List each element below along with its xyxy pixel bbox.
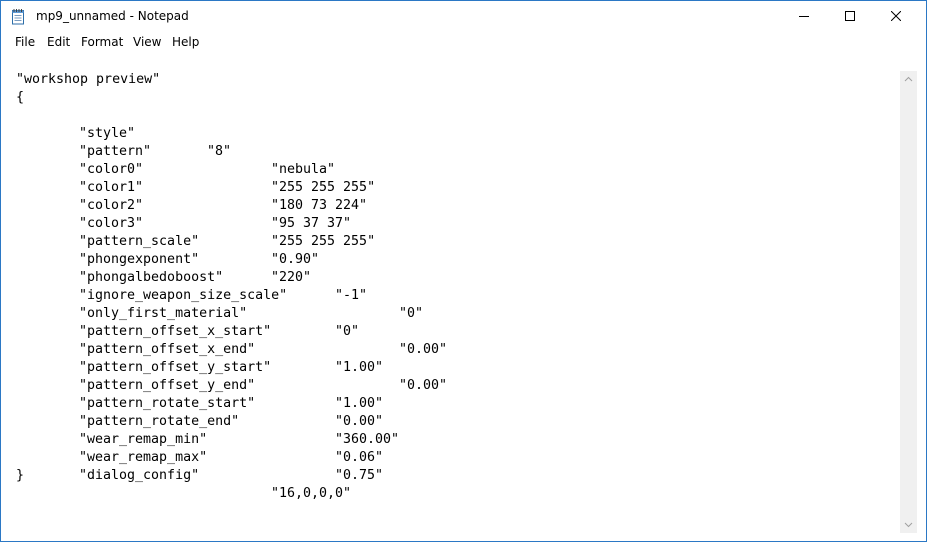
line-key: "color0" xyxy=(79,162,144,177)
line-value: "180 73 224" xyxy=(271,198,368,213)
line-value: "1.00" xyxy=(335,396,384,411)
text-line: "ignore_weapon_size_scale" "0" xyxy=(16,269,423,321)
maximize-button[interactable] xyxy=(827,1,873,32)
text-editor-area[interactable]: "workshop preview" { "style" "8" "patter… xyxy=(8,71,898,533)
text-line: "color0" "255 255 255" xyxy=(16,143,375,195)
line-key: "dialog_config" xyxy=(79,468,200,483)
menu-format[interactable]: Format xyxy=(81,32,123,52)
menu-edit[interactable]: Edit xyxy=(47,32,70,52)
line-value: "0.00" xyxy=(399,342,448,357)
line-value: "220" xyxy=(271,270,312,285)
scroll-down-button[interactable] xyxy=(900,516,917,533)
line-value: "0.00" xyxy=(335,414,384,429)
line-value: "nebula" xyxy=(271,162,336,177)
scroll-up-button[interactable] xyxy=(900,71,917,88)
line-value: "0.00" xyxy=(399,378,448,393)
text-line: "pattern_rotate_start" "0.00" xyxy=(16,377,383,429)
minimize-icon xyxy=(799,16,809,17)
line-key: "pattern_offset_y_start" xyxy=(79,360,272,375)
menu-file[interactable]: File xyxy=(15,32,35,52)
line-key: "color1" xyxy=(79,180,144,195)
line-key: "pattern" xyxy=(79,144,152,159)
text-line: "pattern_offset_y_start" "0.00" xyxy=(16,341,447,393)
line-value: "16,0,0,0" xyxy=(271,486,352,501)
line-key: "wear_remap_min" xyxy=(79,432,208,447)
line-key: "phongalbedoboost" xyxy=(79,270,224,285)
line-value: "0.06" xyxy=(335,450,384,465)
window-title: mp9_unnamed - Notepad xyxy=(36,9,189,23)
scroll-up-arrow-icon xyxy=(904,76,913,82)
line-key: "phongexponent" xyxy=(79,252,200,267)
line-value: "0" xyxy=(335,324,360,339)
line-value: "0.90" xyxy=(271,252,320,267)
menu-bar: File Edit Format View Help xyxy=(1,32,926,52)
line-key: "pattern_rotate_end" xyxy=(79,414,240,429)
vertical-scrollbar[interactable] xyxy=(900,71,917,533)
text-line: "color1" "180 73 224" xyxy=(16,161,367,213)
line-key: "color2" xyxy=(79,198,144,213)
text-line-header: "workshop preview" xyxy=(16,72,161,87)
text-line: "wear_remap_max" "0.75" xyxy=(16,431,383,483)
line-value: "360.00" xyxy=(335,432,400,447)
scroll-down-arrow-icon xyxy=(904,522,913,528)
line-key: "pattern_offset_y_end" xyxy=(79,378,256,393)
line-key: "pattern_rotate_start" xyxy=(79,396,256,411)
close-button[interactable] xyxy=(873,1,919,32)
title-bar[interactable]: mp9_unnamed - Notepad xyxy=(1,1,926,32)
text-line: "pattern_scale" "0.90" xyxy=(16,215,319,267)
text-line-open-brace: { xyxy=(16,90,25,105)
line-key: "pattern_scale" xyxy=(79,234,200,249)
text-line: "phongalbedoboost" "-1" xyxy=(16,251,367,303)
text-line: "pattern_rotate_end" "360.00" xyxy=(16,395,399,447)
text-line: "pattern_offset_x_end" "1.00" xyxy=(16,323,383,375)
minimize-button[interactable] xyxy=(781,1,827,32)
menu-help[interactable]: Help xyxy=(172,32,199,52)
line-value: "0" xyxy=(399,306,424,321)
line-key: "ignore_weapon_size_scale" xyxy=(79,288,288,303)
line-value: "1.00" xyxy=(335,360,384,375)
text-line: "phongexponent" "220" xyxy=(16,233,311,285)
line-key: "style" xyxy=(79,126,136,141)
maximize-icon xyxy=(845,11,855,21)
text-line: "pattern" "nebula" xyxy=(16,125,335,177)
menu-view[interactable]: View xyxy=(133,32,161,52)
line-key: "pattern_offset_x_start" xyxy=(79,324,272,339)
text-line: "only_first_material" "0" xyxy=(16,287,359,339)
text-line: "color2" "95 37 37" xyxy=(16,179,351,231)
notepad-window: mp9_unnamed - Notepad File Edit Format V… xyxy=(0,0,927,542)
text-line: "wear_remap_min" "0.06" xyxy=(16,413,383,465)
text-line: "pattern_offset_x_start" "0.00" xyxy=(16,305,447,357)
line-value: "8" xyxy=(207,144,232,159)
line-value: "-1" xyxy=(335,288,368,303)
line-key: "pattern_offset_x_end" xyxy=(79,342,256,357)
text-line: "dialog_config" "16,0,0,0" xyxy=(16,449,351,501)
notepad-icon xyxy=(10,8,26,25)
line-value: "95 37 37" xyxy=(271,216,352,231)
text-line: "style" "8" xyxy=(16,107,231,159)
line-key: "only_first_material" xyxy=(79,306,248,321)
text-line-close-brace: } xyxy=(16,468,25,483)
line-key: "color3" xyxy=(79,216,144,231)
line-value: "255 255 255" xyxy=(271,180,376,195)
text-line: "color3" "255 255 255" xyxy=(16,197,375,249)
line-key: "wear_remap_max" xyxy=(79,450,208,465)
line-value: "255 255 255" xyxy=(271,234,376,249)
line-value: "0.75" xyxy=(335,468,384,483)
close-icon xyxy=(891,11,901,21)
text-line: "pattern_offset_y_end" "1.00" xyxy=(16,359,383,411)
